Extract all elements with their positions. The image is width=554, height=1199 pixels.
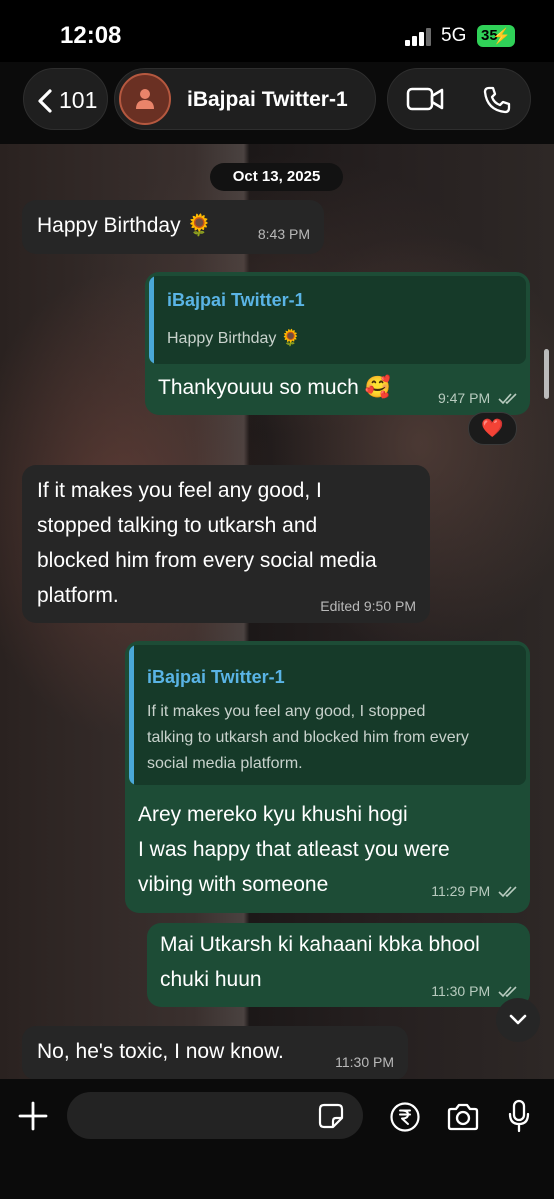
- incoming-message[interactable]: Happy Birthday 🌻 8:43 PM: [22, 200, 324, 254]
- reaction-heart[interactable]: ❤️: [468, 412, 517, 445]
- battery-indicator: 35 ⚡: [477, 25, 515, 47]
- camera-icon[interactable]: [446, 1103, 480, 1131]
- message-text-line: Arey mereko kyu khushi hogi: [138, 803, 408, 826]
- scrollbar-thumb[interactable]: [544, 349, 549, 399]
- double-check-icon: [498, 886, 517, 898]
- quote-text: Happy Birthday 🌻: [167, 330, 301, 347]
- message-time: 9:47 PM: [437, 390, 491, 406]
- message-composer: [0, 1079, 554, 1199]
- message-meta: 11:29 PM: [431, 883, 518, 899]
- chat-thread[interactable]: Oct 13, 2025 Happy Birthday 🌻 8:43 PM iB…: [0, 144, 554, 1079]
- double-check-icon: [498, 393, 517, 405]
- message-text-line: blocked him from every social media: [37, 549, 377, 572]
- message-text: No, he's toxic, I now know.: [37, 1040, 284, 1063]
- chevron-down-icon: [509, 1014, 527, 1025]
- incoming-message[interactable]: No, he's toxic, I now know. 11:30 PM: [22, 1026, 408, 1079]
- message-text-line: I was happy that atleast you were: [138, 838, 450, 861]
- message-time: Edited 9:50 PM: [320, 598, 416, 614]
- call-actions: [387, 68, 531, 130]
- date-separator: Oct 13, 2025: [210, 163, 343, 191]
- scroll-to-bottom-button[interactable]: [496, 998, 540, 1042]
- quoted-message[interactable]: iBajpai Twitter-1 If it makes you feel a…: [129, 645, 526, 785]
- message-time: 11:30 PM: [335, 1054, 394, 1070]
- message-text-line: If it makes you feel any good, I: [37, 479, 322, 502]
- quote-text-line: If it makes you feel any good, I stopped: [147, 703, 426, 720]
- message-time: 11:30 PM: [431, 983, 491, 999]
- incoming-message[interactable]: If it makes you feel any good, I stopped…: [22, 465, 430, 623]
- person-icon: [136, 89, 154, 109]
- message-text: Thankyouuu so much 🥰: [158, 376, 391, 399]
- charging-bolt-icon: ⚡: [492, 28, 511, 45]
- message-text: Happy Birthday 🌻: [37, 214, 213, 237]
- outgoing-message[interactable]: iBajpai Twitter-1 Happy Birthday 🌻 Thank…: [145, 272, 530, 415]
- message-meta: 11:30 PM: [431, 983, 518, 999]
- plus-icon[interactable]: [18, 1101, 48, 1131]
- chevron-left-icon: [38, 89, 52, 113]
- sticker-icon[interactable]: [318, 1103, 344, 1129]
- video-call-icon[interactable]: [406, 85, 444, 113]
- contact-info-button[interactable]: iBajpai Twitter-1: [114, 68, 376, 130]
- back-button[interactable]: 101: [23, 68, 108, 130]
- network-type: 5G: [441, 25, 467, 46]
- message-text-line: stopped talking to utkarsh and: [37, 514, 318, 537]
- signal-strength-icon: [405, 28, 433, 46]
- quoted-message[interactable]: iBajpai Twitter-1 Happy Birthday 🌻: [149, 276, 526, 364]
- quote-accent-bar: [149, 276, 154, 364]
- quote-author: iBajpai Twitter-1: [147, 667, 285, 687]
- chat-header: 101 iBajpai Twitter-1: [0, 62, 554, 144]
- phone-icon[interactable]: [482, 85, 512, 115]
- message-meta: 9:47 PM: [438, 390, 518, 406]
- avatar: [119, 73, 171, 125]
- message-text-line: platform.: [37, 584, 119, 607]
- status-time: 12:08: [60, 22, 122, 49]
- message-text-line: Mai Utkarsh ki kahaani kbka bhool: [160, 933, 480, 956]
- microphone-icon[interactable]: [508, 1099, 530, 1133]
- quote-text-line: social media platform.: [147, 755, 303, 772]
- quote-accent-bar: [129, 645, 134, 785]
- unread-count: 101: [59, 87, 98, 113]
- rupee-payment-icon[interactable]: [389, 1101, 421, 1133]
- message-text-line: chuki huun: [160, 968, 262, 991]
- outgoing-message[interactable]: iBajpai Twitter-1 If it makes you feel a…: [125, 641, 530, 913]
- contact-name: iBajpai Twitter-1: [187, 88, 348, 111]
- quote-text-line: talking to utkarsh and blocked him from …: [147, 729, 469, 746]
- message-text-line: vibing with someone: [138, 873, 329, 896]
- double-check-icon: [498, 986, 517, 998]
- status-bar: 12:08 5G 35 ⚡: [0, 0, 554, 62]
- outgoing-message[interactable]: Mai Utkarsh ki kahaani kbka bhool chuki …: [147, 923, 530, 1007]
- message-time: 8:43 PM: [257, 226, 310, 242]
- quote-author: iBajpai Twitter-1: [167, 290, 305, 310]
- message-time: 11:29 PM: [431, 883, 491, 899]
